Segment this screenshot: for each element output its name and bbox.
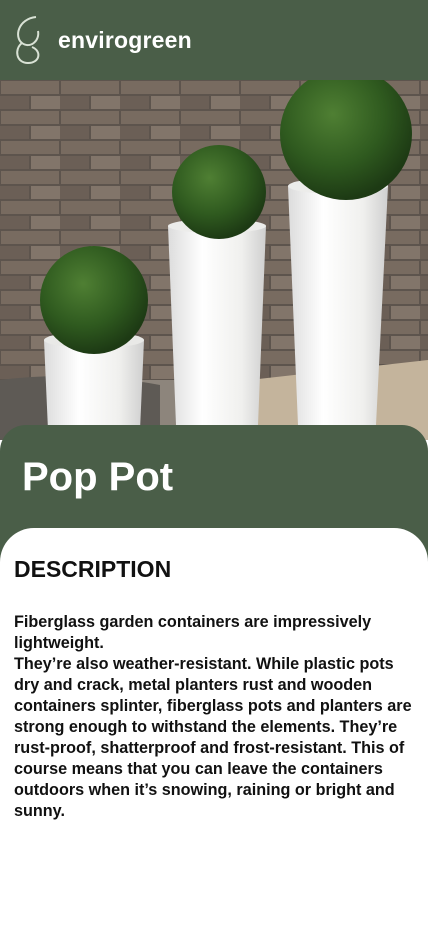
description-paragraph-2: They’re also weather-resistant. While pl… bbox=[14, 655, 412, 820]
description-heading: DESCRIPTION bbox=[14, 556, 172, 582]
app-header: envirogreen bbox=[0, 0, 428, 80]
brand-name[interactable]: envirogreen bbox=[58, 27, 192, 54]
description-text: Fiberglass garden containers are impress… bbox=[14, 612, 414, 822]
description-paragraph-1: Fiberglass garden containers are impress… bbox=[14, 613, 372, 652]
leaf-g-logo-icon[interactable] bbox=[12, 13, 44, 67]
description-card: DESCRIPTION Fiberglass garden containers… bbox=[0, 528, 428, 926]
product-title: Pop Pot bbox=[22, 455, 174, 499]
product-hero-image bbox=[0, 80, 428, 440]
